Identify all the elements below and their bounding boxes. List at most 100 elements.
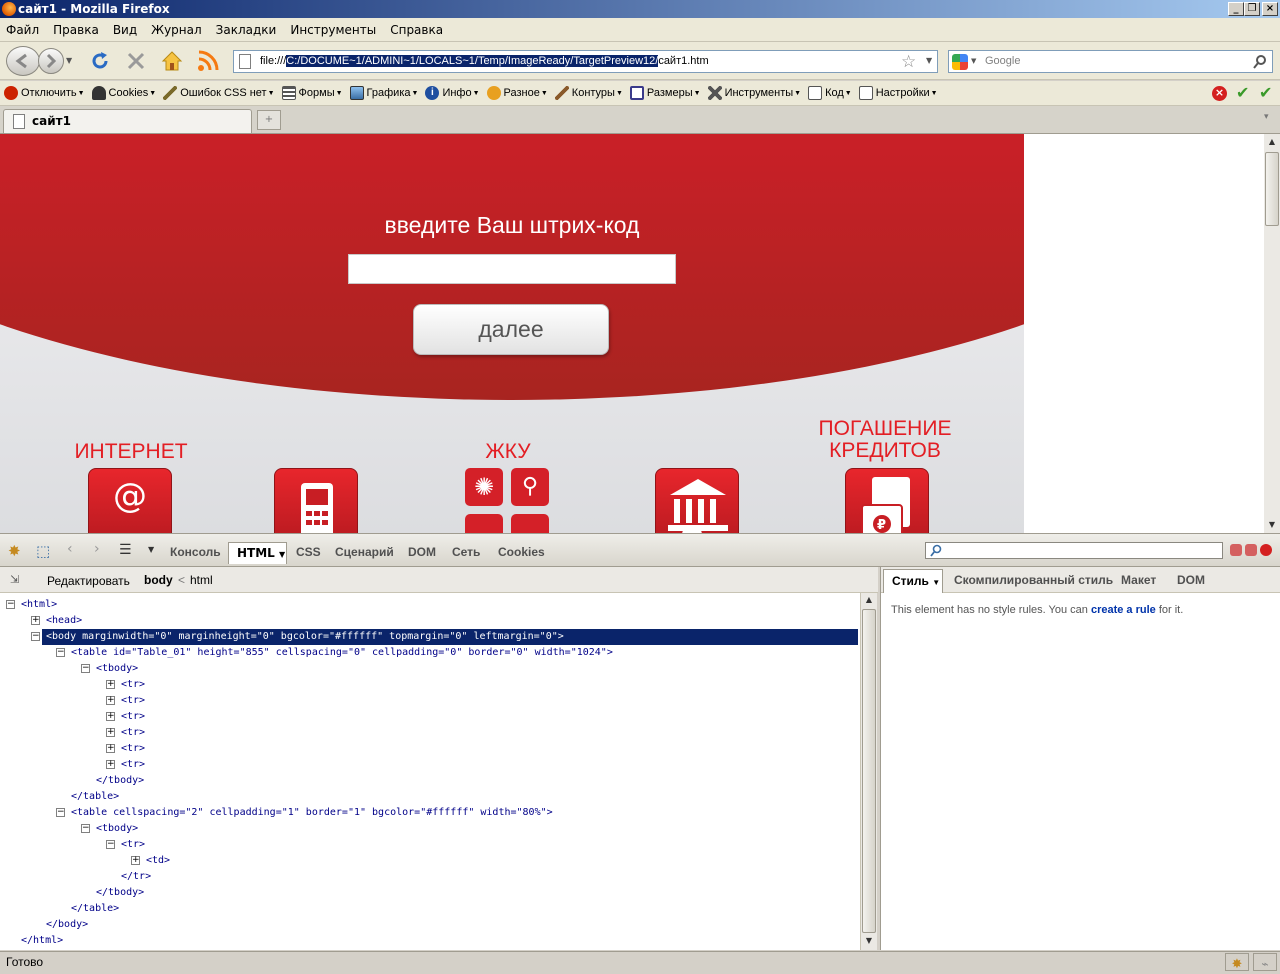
webdev-cookies-button[interactable]: Cookies ▼ <box>91 86 156 100</box>
page-scrollbar[interactable]: ▲ ▼ <box>1264 134 1280 533</box>
html-tree-scrollbar[interactable]: ▲ ▼ <box>860 593 877 950</box>
tab-layout[interactable]: Макет <box>1121 573 1156 587</box>
menu-tools[interactable]: Инструменты <box>290 23 376 37</box>
html-tree-node[interactable]: + <tr> <box>0 677 858 693</box>
firebug-search-input[interactable] <box>925 542 1223 559</box>
expand-node-icon[interactable]: + <box>131 856 140 865</box>
tab-side-dom[interactable]: DOM <box>1177 573 1205 587</box>
webdev-outline-button[interactable]: Контуры ▼ <box>554 86 623 100</box>
webdev-misc-button[interactable]: Разное ▼ <box>486 86 548 100</box>
close-button[interactable]: × <box>1262 2 1278 16</box>
html-tree-node[interactable]: + <tr> <box>0 757 858 773</box>
webdev-disable-button[interactable]: Отключить ▼ <box>4 86 85 100</box>
html-tree-node[interactable]: </tr> <box>0 869 858 885</box>
menu-bookmarks[interactable]: Закладки <box>216 23 277 37</box>
url-text[interactable]: file:///C:/DOCUME~1/ADMINI~1/LOCALS~1/Te… <box>260 55 709 67</box>
tab-script[interactable]: Сценарий <box>335 545 394 559</box>
html-tree-node[interactable]: </body> <box>0 917 858 933</box>
html-tree-node[interactable]: − <table cellspacing="2" cellpadding="1" … <box>0 805 858 821</box>
collapse-node-icon[interactable]: − <box>56 648 65 657</box>
menu-view[interactable]: Вид <box>113 23 137 37</box>
html-tree-node[interactable]: </tbody> <box>0 773 858 789</box>
barcode-input[interactable] <box>348 254 676 284</box>
maximize-button[interactable]: ❐ <box>1244 2 1260 16</box>
html-tree-node[interactable]: − <tr> <box>0 837 858 853</box>
collapse-node-icon[interactable]: − <box>6 600 15 609</box>
tab-cookies[interactable]: Cookies <box>498 545 545 559</box>
breadcrumb-body[interactable]: body <box>144 573 173 587</box>
dt-detach-icon[interactable] <box>1245 544 1257 556</box>
collapse-node-icon[interactable]: − <box>81 824 90 833</box>
tab-dom[interactable]: DOM <box>408 545 436 559</box>
error-status-icon[interactable]: × <box>1212 86 1227 101</box>
search-bar[interactable]: ▼ Google <box>948 50 1273 73</box>
html-tree-node[interactable]: </html> <box>0 933 858 949</box>
collapse-node-icon[interactable]: − <box>106 840 115 849</box>
expand-node-icon[interactable]: + <box>106 680 115 689</box>
html-tree-node[interactable]: − <html> <box>0 597 858 613</box>
engine-dropdown-icon[interactable]: ▼ <box>971 57 976 65</box>
connection-status-icon[interactable]: ⌁ <box>1253 953 1277 971</box>
bookmark-star-icon[interactable]: ☆ <box>901 52 916 72</box>
collapse-node-icon[interactable]: − <box>56 808 65 817</box>
expand-node-icon[interactable]: + <box>106 696 115 705</box>
history-dropdown-icon[interactable]: ▼ <box>66 56 72 65</box>
dt-close-icon[interactable] <box>1260 544 1272 556</box>
scroll-up-icon[interactable]: ▲ <box>861 595 877 604</box>
html-tree-node[interactable]: + <tr> <box>0 741 858 757</box>
firebug-status-icon[interactable]: ✸ <box>1225 953 1249 971</box>
dt-back-icon[interactable]: ‹ <box>67 541 73 557</box>
address-bar[interactable]: file:///C:/DOCUME~1/ADMINI~1/LOCALS~1/Te… <box>233 50 938 73</box>
webdev-css-button[interactable]: Ошибок CSS нет ▼ <box>163 86 275 100</box>
tab-computed-style[interactable]: Скомпилированный стиль <box>954 573 1113 587</box>
expand-node-icon[interactable]: + <box>106 712 115 721</box>
home-icon[interactable] <box>160 49 184 73</box>
html-tree-node[interactable]: + <td> <box>0 853 858 869</box>
menu-help[interactable]: Справка <box>390 23 443 37</box>
webdev-info-button[interactable]: i Инфо ▼ <box>425 86 480 100</box>
breadcrumb-html[interactable]: html <box>190 573 213 587</box>
scroll-down-icon[interactable]: ▼ <box>861 936 877 945</box>
tab-site1[interactable]: сайт1 <box>3 109 252 133</box>
html-tree-node[interactable]: </table> <box>0 789 858 805</box>
menu-history[interactable]: Журнал <box>151 23 202 37</box>
expand-all-icon[interactable]: ⇲ <box>10 573 19 586</box>
menu-edit[interactable]: Правка <box>53 23 99 37</box>
dt-forward-icon[interactable]: › <box>94 541 100 557</box>
credits-tile[interactable]: ₽ <box>845 468 929 533</box>
tab-css[interactable]: CSS <box>296 545 321 559</box>
url-dropdown-icon[interactable]: ▼ <box>926 56 932 65</box>
webdev-forms-button[interactable]: Формы ▼ <box>281 86 343 100</box>
dt-minimize-icon[interactable] <box>1230 544 1242 556</box>
tab-style[interactable]: Стиль ▼ <box>883 569 943 593</box>
check-all-icon[interactable]: ✔ <box>1259 83 1272 102</box>
back-button[interactable] <box>6 46 40 76</box>
stop-icon[interactable] <box>125 50 147 72</box>
html-tree-node[interactable]: − <tbody> <box>0 821 858 837</box>
html-tree-node[interactable]: − <body marginwidth="0" marginheight="0" … <box>0 629 858 645</box>
new-tab-button[interactable]: + <box>257 110 281 130</box>
tab-list-icon[interactable]: ▾ <box>1264 112 1269 122</box>
webdev-resize-button[interactable]: Размеры ▼ <box>629 86 701 100</box>
bank-tile[interactable] <box>655 468 739 533</box>
zhku-tile[interactable]: ✺ ⚲ <box>465 468 549 533</box>
scroll-up-icon[interactable]: ▲ <box>1264 134 1280 150</box>
inspect-icon[interactable]: ⬚ <box>36 542 50 560</box>
mobile-tile[interactable] <box>274 468 358 533</box>
search-icon[interactable] <box>1252 54 1268 70</box>
webdev-images-button[interactable]: Графика ▼ <box>349 86 418 100</box>
scroll-thumb[interactable] <box>1265 152 1279 226</box>
html-tree-node[interactable]: − <table id="Table_01" height="855" cells… <box>0 645 858 661</box>
tab-console[interactable]: Консоль <box>170 545 221 559</box>
dt-menu-icon[interactable]: ☰ <box>119 542 132 558</box>
collapse-node-icon[interactable]: − <box>81 664 90 673</box>
webdev-source-button[interactable]: Код ▼ <box>808 86 852 100</box>
reload-icon[interactable] <box>89 50 111 72</box>
html-tree-node[interactable]: </tbody> <box>0 885 858 901</box>
create-rule-link[interactable]: create a rule <box>1091 604 1156 616</box>
forward-button[interactable] <box>38 48 64 74</box>
html-tree-node[interactable]: − <tbody> <box>0 661 858 677</box>
tab-net[interactable]: Сеть <box>452 545 480 559</box>
html-tree-node[interactable]: + <head> <box>0 613 858 629</box>
webdev-settings-button[interactable]: Настройки ▼ <box>858 86 938 100</box>
